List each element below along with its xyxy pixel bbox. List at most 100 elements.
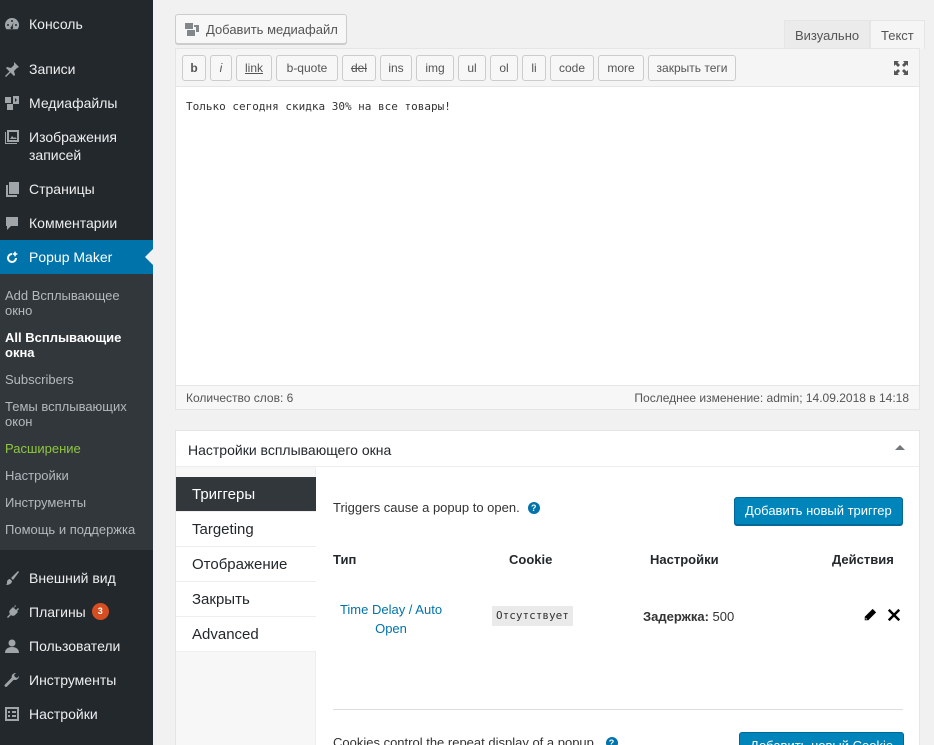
qt-ol-button[interactable]: ol <box>490 55 518 81</box>
tab-text[interactable]: Текст <box>870 20 925 49</box>
delete-x-icon[interactable] <box>887 608 901 622</box>
qt-bquote-button[interactable]: b-quote <box>276 55 338 81</box>
qt-link-button[interactable]: link <box>236 55 272 81</box>
menu-label: Консоль <box>29 16 83 32</box>
tab-display[interactable]: Отображение <box>176 547 316 582</box>
popup-maker-submenu: Add Всплывающее окно All Всплывающие окн… <box>0 274 153 550</box>
qt-img-button[interactable]: img <box>416 55 454 81</box>
pages-icon <box>4 181 20 197</box>
column-settings: Настройки <box>650 552 719 567</box>
menu-label: Изображения записей <box>29 129 117 163</box>
tab-advanced[interactable]: Advanced <box>176 617 316 652</box>
appearance-icon <box>4 570 20 586</box>
menu-item-pages[interactable]: Страницы <box>0 180 153 198</box>
qt-li-button[interactable]: li <box>522 55 546 81</box>
menu-item-featured-images[interactable]: Изображения записей <box>0 128 153 164</box>
media-icon <box>185 23 199 36</box>
users-icon <box>4 638 20 654</box>
cookies-description: Cookies control the repeat display of a … <box>333 735 618 745</box>
qt-bold-button[interactable]: b <box>182 55 206 81</box>
menu-label: Инструменты <box>29 672 117 688</box>
plugins-update-badge: 3 <box>91 603 109 620</box>
submenu-popup-themes[interactable]: Темы всплывающих окон <box>5 399 145 429</box>
column-type: Тип <box>333 552 357 567</box>
media-icon <box>4 95 20 111</box>
triggers-description: Triggers cause a popup to open. ? <box>333 500 540 515</box>
popup-settings-metabox: Настройки всплывающего окна Триггеры Tar… <box>175 430 920 745</box>
delay-label: Задержка: <box>643 609 709 624</box>
submenu-extensions[interactable]: Расширение <box>5 441 145 456</box>
add-cookie-button[interactable]: Добавить новый Cookie <box>739 732 905 745</box>
metabox-header[interactable]: Настройки всплывающего окна <box>176 431 919 467</box>
qt-close-tags-button[interactable]: закрыть теги <box>648 55 736 81</box>
plugins-icon <box>4 604 20 620</box>
edit-pencil-icon[interactable] <box>863 608 877 622</box>
add-trigger-button[interactable]: Добавить новый триггер <box>734 497 903 525</box>
tab-targeting[interactable]: Targeting <box>176 512 316 547</box>
fullscreen-icon[interactable] <box>893 60 909 76</box>
menu-label: Внешний вид <box>29 570 116 586</box>
quicktags-toolbar: b i link b-quote del ins img ul ol li co… <box>176 49 919 87</box>
menu-item-comments[interactable]: Комментарии <box>0 214 153 232</box>
images-icon <box>4 129 20 145</box>
tab-triggers[interactable]: Триггеры <box>176 477 316 512</box>
collapse-arrow-icon[interactable] <box>895 445 905 450</box>
menu-item-posts[interactable]: Записи <box>0 60 153 78</box>
tab-close[interactable]: Закрыть <box>176 582 316 617</box>
menu-label: Popup Maker <box>29 249 113 265</box>
help-icon[interactable]: ? <box>605 736 618 745</box>
comments-icon <box>4 215 20 231</box>
menu-label: Плагины <box>29 604 86 620</box>
content-textarea[interactable]: Только сегодня скидка 30% на все товары! <box>176 87 919 385</box>
menu-item-media[interactable]: Медиафайлы <box>0 94 153 112</box>
pin-icon <box>4 61 20 77</box>
tools-icon <box>4 672 20 688</box>
admin-sidebar: Консоль Записи Медиафайлы Изображения за… <box>0 0 153 745</box>
qt-ins-button[interactable]: ins <box>380 55 412 81</box>
menu-item-settings[interactable]: Настройки <box>0 705 153 723</box>
metabox-tabs: Триггеры Targeting Отображение Закрыть A… <box>176 467 316 745</box>
trigger-settings: Задержка: 500 <box>643 609 734 624</box>
add-media-button[interactable]: Добавить медиафайл <box>175 14 347 44</box>
triggers-description-text: Triggers cause a popup to open. <box>333 500 520 515</box>
qt-more-button[interactable]: more <box>598 55 644 81</box>
menu-item-appearance[interactable]: Внешний вид <box>0 569 153 587</box>
menu-label: Комментарии <box>29 215 118 231</box>
dashboard-icon <box>4 16 20 32</box>
submenu-help[interactable]: Помощь и поддержка <box>5 522 145 537</box>
editor-container: b i link b-quote del ins img ul ol li co… <box>175 48 920 410</box>
qt-ul-button[interactable]: ul <box>458 55 486 81</box>
menu-item-popup-maker[interactable]: Popup Maker <box>0 240 153 274</box>
tab-visual[interactable]: Визуально <box>784 20 871 49</box>
column-actions: Действия <box>832 552 894 567</box>
menu-item-console[interactable]: Консоль <box>0 15 153 33</box>
qt-code-button[interactable]: code <box>550 55 594 81</box>
menu-label: Страницы <box>29 181 95 197</box>
menu-label: Настройки <box>29 706 98 722</box>
editor-status-bar: Количество слов: 6 Последнее изменение: … <box>176 385 919 409</box>
word-count: Количество слов: 6 <box>186 391 294 405</box>
menu-item-plugins[interactable]: Плагины 3 <box>0 603 153 621</box>
trigger-type-link[interactable]: Time Delay / Auto Open <box>333 600 449 638</box>
menu-item-users[interactable]: Пользователи <box>0 637 153 655</box>
submenu-add-popup[interactable]: Add Всплывающее окно <box>5 288 145 318</box>
menu-item-tools[interactable]: Инструменты <box>0 671 153 689</box>
submenu-tools[interactable]: Инструменты <box>5 495 145 510</box>
popup-maker-icon <box>4 250 20 266</box>
qt-italic-button[interactable]: i <box>210 55 232 81</box>
menu-label: Пользователи <box>29 638 121 654</box>
metabox-title: Настройки всплывающего окна <box>188 442 392 458</box>
section-divider <box>333 709 903 710</box>
delay-value: 500 <box>712 609 735 624</box>
qt-del-button[interactable]: del <box>342 55 376 81</box>
settings-icon <box>4 706 20 722</box>
triggers-panel: Triggers cause a popup to open. ? Добави… <box>317 467 919 745</box>
submenu-all-popups[interactable]: All Всплывающие окна <box>5 330 145 360</box>
column-cookie: Cookie <box>509 552 553 567</box>
submenu-settings[interactable]: Настройки <box>5 468 145 483</box>
last-edit-info: Последнее изменение: admin; 14.09.2018 в… <box>634 391 909 405</box>
help-icon[interactable]: ? <box>527 501 540 514</box>
add-media-label: Добавить медиафайл <box>206 21 338 37</box>
menu-label: Записи <box>29 61 76 77</box>
submenu-subscribers[interactable]: Subscribers <box>5 372 145 387</box>
